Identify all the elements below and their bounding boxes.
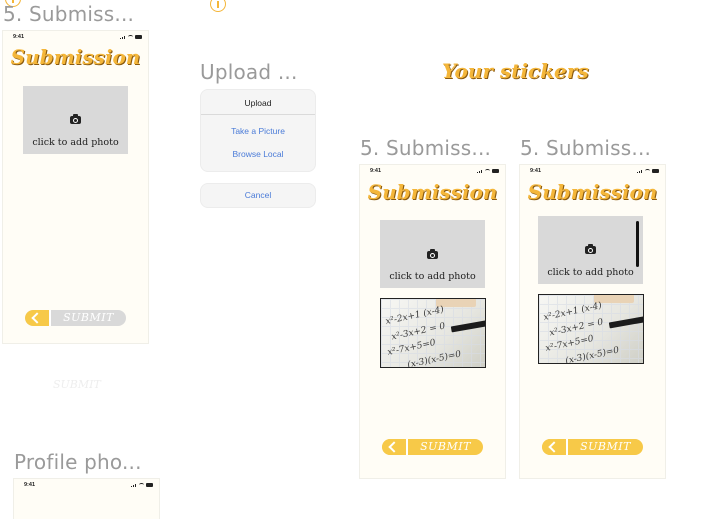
status-bar: 9:41	[3, 31, 148, 43]
uploaded-photo[interactable]: x²-2x+1 (x-4) x²-3x+2 = 0 x²-7x+5=0 (x-3…	[538, 294, 644, 364]
frame-title-submission: 5. Submiss...	[360, 136, 492, 160]
submit-label: SUBMIT	[420, 440, 471, 453]
screen-title: Submission	[527, 180, 658, 204]
add-photo-label: click to add photo	[32, 137, 119, 148]
wifi-icon	[645, 169, 650, 173]
back-button[interactable]	[25, 310, 49, 326]
phone-profile: 9:41	[14, 479, 159, 519]
add-photo-box[interactable]: click to add photo	[23, 86, 128, 154]
status-time: 9:41	[370, 168, 382, 174]
back-button[interactable]	[542, 439, 566, 455]
status-bar: 9:41	[520, 165, 665, 177]
frame-title-submission: 5. Submiss...	[520, 136, 652, 160]
back-chevron-icon	[548, 441, 560, 453]
battery-icon	[492, 169, 499, 173]
signal-icon	[131, 483, 137, 487]
status-time: 9:41	[24, 482, 36, 488]
info-icon[interactable]	[210, 0, 226, 12]
uploaded-photo[interactable]: x²-2x+1 (x-4) x²-3x+2 = 0 x²-7x+5=0 (x-3…	[380, 298, 486, 368]
submit-button[interactable]: SUBMIT	[25, 310, 126, 326]
screen-title: Submission	[367, 180, 498, 204]
signal-icon	[637, 169, 643, 173]
ghost-submit-label: SUBMIT	[53, 378, 101, 391]
signal-icon	[477, 169, 483, 173]
status-bar: 9:41	[360, 165, 505, 177]
camera-icon	[70, 114, 81, 124]
battery-icon	[652, 169, 659, 173]
back-button[interactable]	[382, 439, 406, 455]
frame-title-submission: 5. Submiss...	[3, 2, 135, 26]
submit-button[interactable]: SUBMIT	[382, 439, 483, 455]
status-bar: 9:41	[14, 479, 159, 491]
scrollbar[interactable]	[636, 221, 639, 267]
battery-icon	[146, 483, 153, 487]
add-photo-label: click to add photo	[389, 271, 476, 282]
phone-submission-empty: 9:41 Submission click to add photo SUBMI…	[3, 31, 148, 343]
browse-local-option[interactable]: Browse Local	[201, 136, 315, 171]
wifi-icon	[139, 483, 144, 487]
add-photo-box[interactable]: click to add photo	[380, 220, 485, 288]
submit-label: SUBMIT	[580, 440, 631, 453]
frame-title-upload: Upload ...	[200, 60, 298, 84]
phone-submission-with-photo: 9:41 Submission click to add photo x²-2x…	[360, 165, 505, 478]
add-photo-label: click to add photo	[547, 267, 634, 278]
cancel-button[interactable]: Cancel	[200, 183, 316, 208]
upload-action-sheet: Upload Take a Picture Browse Local	[200, 89, 316, 172]
battery-icon	[135, 35, 142, 39]
camera-icon	[585, 244, 596, 254]
stickers-title: Your stickers	[442, 59, 589, 83]
wifi-icon	[128, 35, 133, 39]
status-time: 9:41	[13, 34, 25, 40]
upload-sheet-title: Upload	[244, 98, 272, 108]
status-time: 9:41	[530, 168, 542, 174]
frame-title-profile: Profile pho...	[14, 450, 142, 474]
phone-submission-scrolled: 9:41 Submission click to add photo x²-2x…	[520, 165, 665, 478]
take-picture-option[interactable]: Take a Picture	[201, 115, 315, 136]
signal-icon	[120, 35, 126, 39]
wifi-icon	[485, 169, 490, 173]
add-photo-box[interactable]: click to add photo	[538, 216, 643, 284]
submit-button[interactable]: SUBMIT	[542, 439, 643, 455]
back-chevron-icon	[388, 441, 400, 453]
back-chevron-icon	[31, 312, 43, 324]
camera-icon	[427, 249, 438, 259]
screen-title: Submission	[10, 45, 141, 69]
submit-label: SUBMIT	[63, 311, 114, 324]
